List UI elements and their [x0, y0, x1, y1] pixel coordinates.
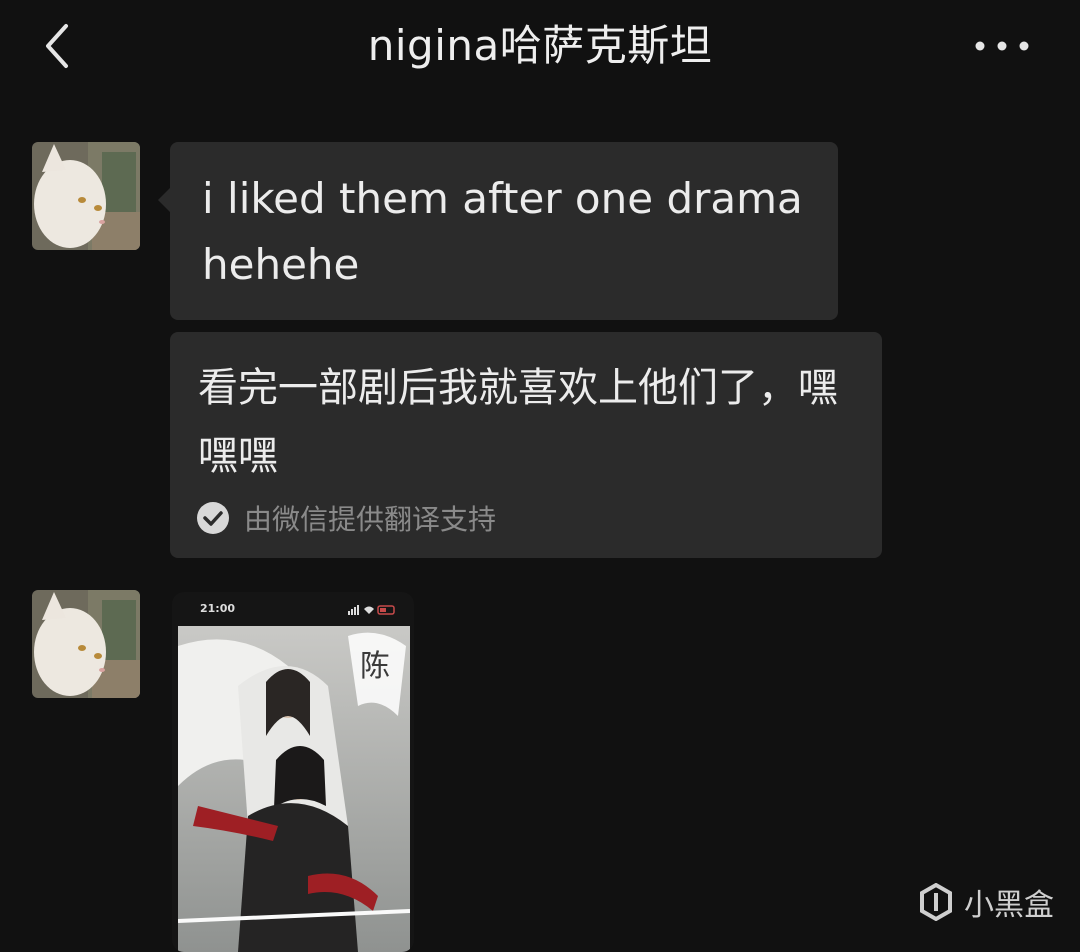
message-bubble[interactable]: i liked them after one drama hehehe	[158, 142, 838, 320]
drama-poster-image: 陈	[178, 626, 410, 952]
checkmark-icon	[197, 502, 229, 534]
more-options-button[interactable]	[970, 26, 1034, 66]
svg-text:陈: 陈	[360, 649, 390, 684]
more-options-icon	[975, 41, 1029, 51]
translation-bubble[interactable]: 看完一部剧后我就喜欢上他们了，嘿嘿嘿 由微信提供翻译支持	[170, 332, 882, 558]
status-icons	[348, 605, 395, 615]
bubble-arrow	[158, 188, 170, 212]
message-text: i liked them after one drama hehehe	[202, 174, 803, 289]
chat-header: nigina哈萨克斯坦	[0, 0, 1080, 95]
watermark: 小黑盒	[918, 880, 1054, 924]
translation-note-text: 由微信提供翻译支持	[244, 503, 497, 536]
translation-note: 由微信提供翻译支持	[196, 498, 496, 538]
chat-title: nigina哈萨克斯坦	[367, 21, 713, 70]
watermark-text: 小黑盒	[964, 888, 1054, 923]
status-time: 21:00	[200, 602, 236, 615]
cat-avatar-image	[32, 590, 140, 698]
translation-text: 看完一部剧后我就喜欢上他们了，嘿嘿嘿	[198, 365, 838, 479]
watermark-logo-icon	[920, 883, 952, 921]
avatar[interactable]	[32, 590, 140, 698]
cat-avatar-image	[32, 142, 140, 250]
image-message[interactable]: 21:00 陈	[172, 592, 414, 952]
avatar[interactable]	[32, 142, 140, 250]
